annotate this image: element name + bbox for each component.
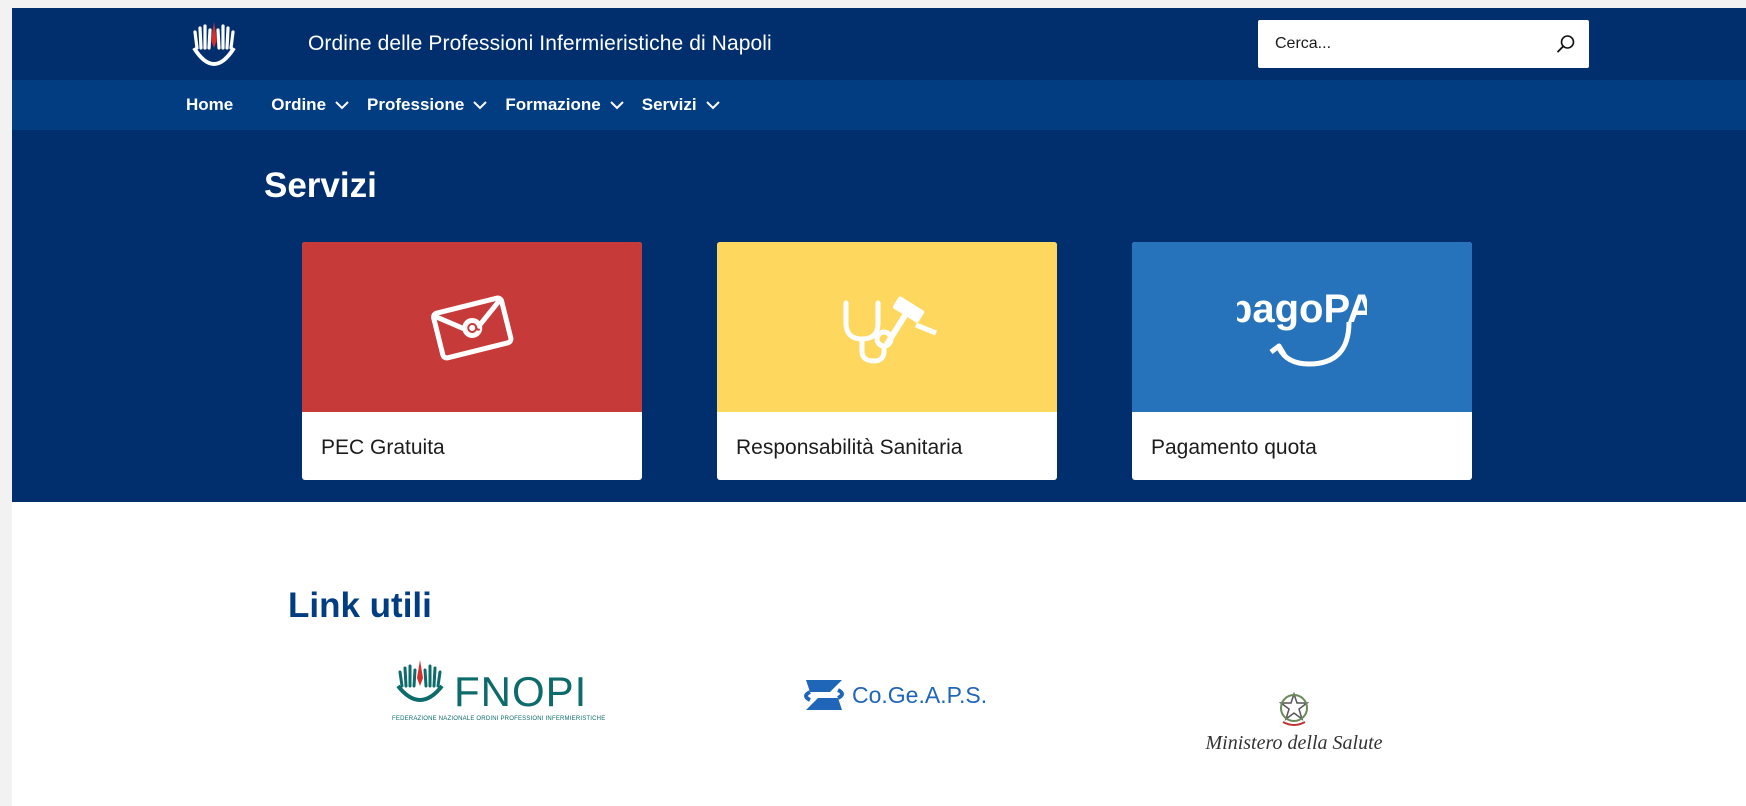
- fnopi-logo-text: FNOPI: [454, 668, 588, 715]
- card-label: Responsabilità Sanitaria: [736, 436, 963, 459]
- service-card-pec[interactable]: PEC Gratuita: [302, 242, 642, 480]
- italian-emblem-icon: [1278, 692, 1310, 726]
- stethoscope-gavel-icon: [843, 296, 937, 364]
- search-icon: [1557, 35, 1575, 53]
- nav-item-label: Home: [186, 95, 234, 114]
- search-input[interactable]: [1258, 20, 1538, 68]
- links-title: Link utili: [288, 586, 432, 625]
- nav-item-label: Ordine: [271, 95, 327, 114]
- card-image: pagoPA: [1132, 242, 1472, 412]
- chevron-down-icon: [610, 100, 624, 110]
- chevron-down-icon: [705, 100, 720, 110]
- email-at-icon: [431, 295, 514, 361]
- site-title[interactable]: Ordine delle Professioni Infermieristich…: [308, 32, 772, 56]
- fnopi-subtitle: FEDERAZIONE NAZIONALE ORDINI PROFESSIONI…: [392, 716, 606, 722]
- card-image: [717, 242, 1057, 412]
- main-navigation: Home Ordine Professione Formazione Servi…: [12, 80, 1746, 130]
- card-label: PEC Gratuita: [321, 436, 445, 459]
- servizi-section: Servizi PEC Gratuita Responsabilità Sani…: [12, 130, 1746, 502]
- cogeaps-link[interactable]: Co.Ge.A.P.S.: [800, 672, 990, 720]
- nav-item-label: Servizi: [641, 95, 697, 114]
- search-button[interactable]: [1549, 27, 1583, 61]
- nav-item-formazione[interactable]: Formazione: [505, 95, 624, 115]
- section-title: Servizi: [264, 166, 377, 205]
- card-label: Pagamento quota: [1151, 436, 1317, 459]
- nav-item-home[interactable]: Home: [186, 95, 233, 115]
- cogeaps-logo-text: Co.Ge.A.P.S.: [852, 682, 988, 708]
- fnopi-link[interactable]: FNOPI FEDERAZIONE NAZIONALE ORDINI PROFE…: [392, 658, 605, 728]
- site-header: Ordine delle Professioni Infermieristich…: [12, 8, 1746, 80]
- card-image: [302, 242, 642, 412]
- chevron-down-icon: [473, 100, 488, 110]
- nav-item-professione[interactable]: Professione: [367, 95, 488, 115]
- nav-item-ordine[interactable]: Ordine: [271, 95, 349, 115]
- chevron-down-icon: [335, 100, 349, 110]
- nav-item-label: Professione: [367, 95, 465, 114]
- ministero-logo-text: Ministero della Salute: [1205, 732, 1383, 754]
- nav-item-servizi[interactable]: Servizi: [642, 95, 720, 115]
- service-card-responsabilita[interactable]: Responsabilità Sanitaria: [717, 242, 1057, 480]
- ministero-salute-link[interactable]: Ministero della Salute: [1204, 692, 1384, 762]
- opi-hands-logo-icon[interactable]: [186, 18, 242, 74]
- nav-item-label: Formazione: [505, 95, 601, 114]
- fnopi-hands-logo-icon: [396, 660, 444, 702]
- page: Ordine delle Professioni Infermieristich…: [12, 8, 1746, 806]
- pagopa-logo-icon: pagoPA: [1237, 287, 1367, 367]
- search-box: [1258, 20, 1589, 68]
- cogeaps-logo-icon: [804, 680, 844, 710]
- service-card-pagamento[interactable]: pagoPA Pagamento quota: [1132, 242, 1472, 480]
